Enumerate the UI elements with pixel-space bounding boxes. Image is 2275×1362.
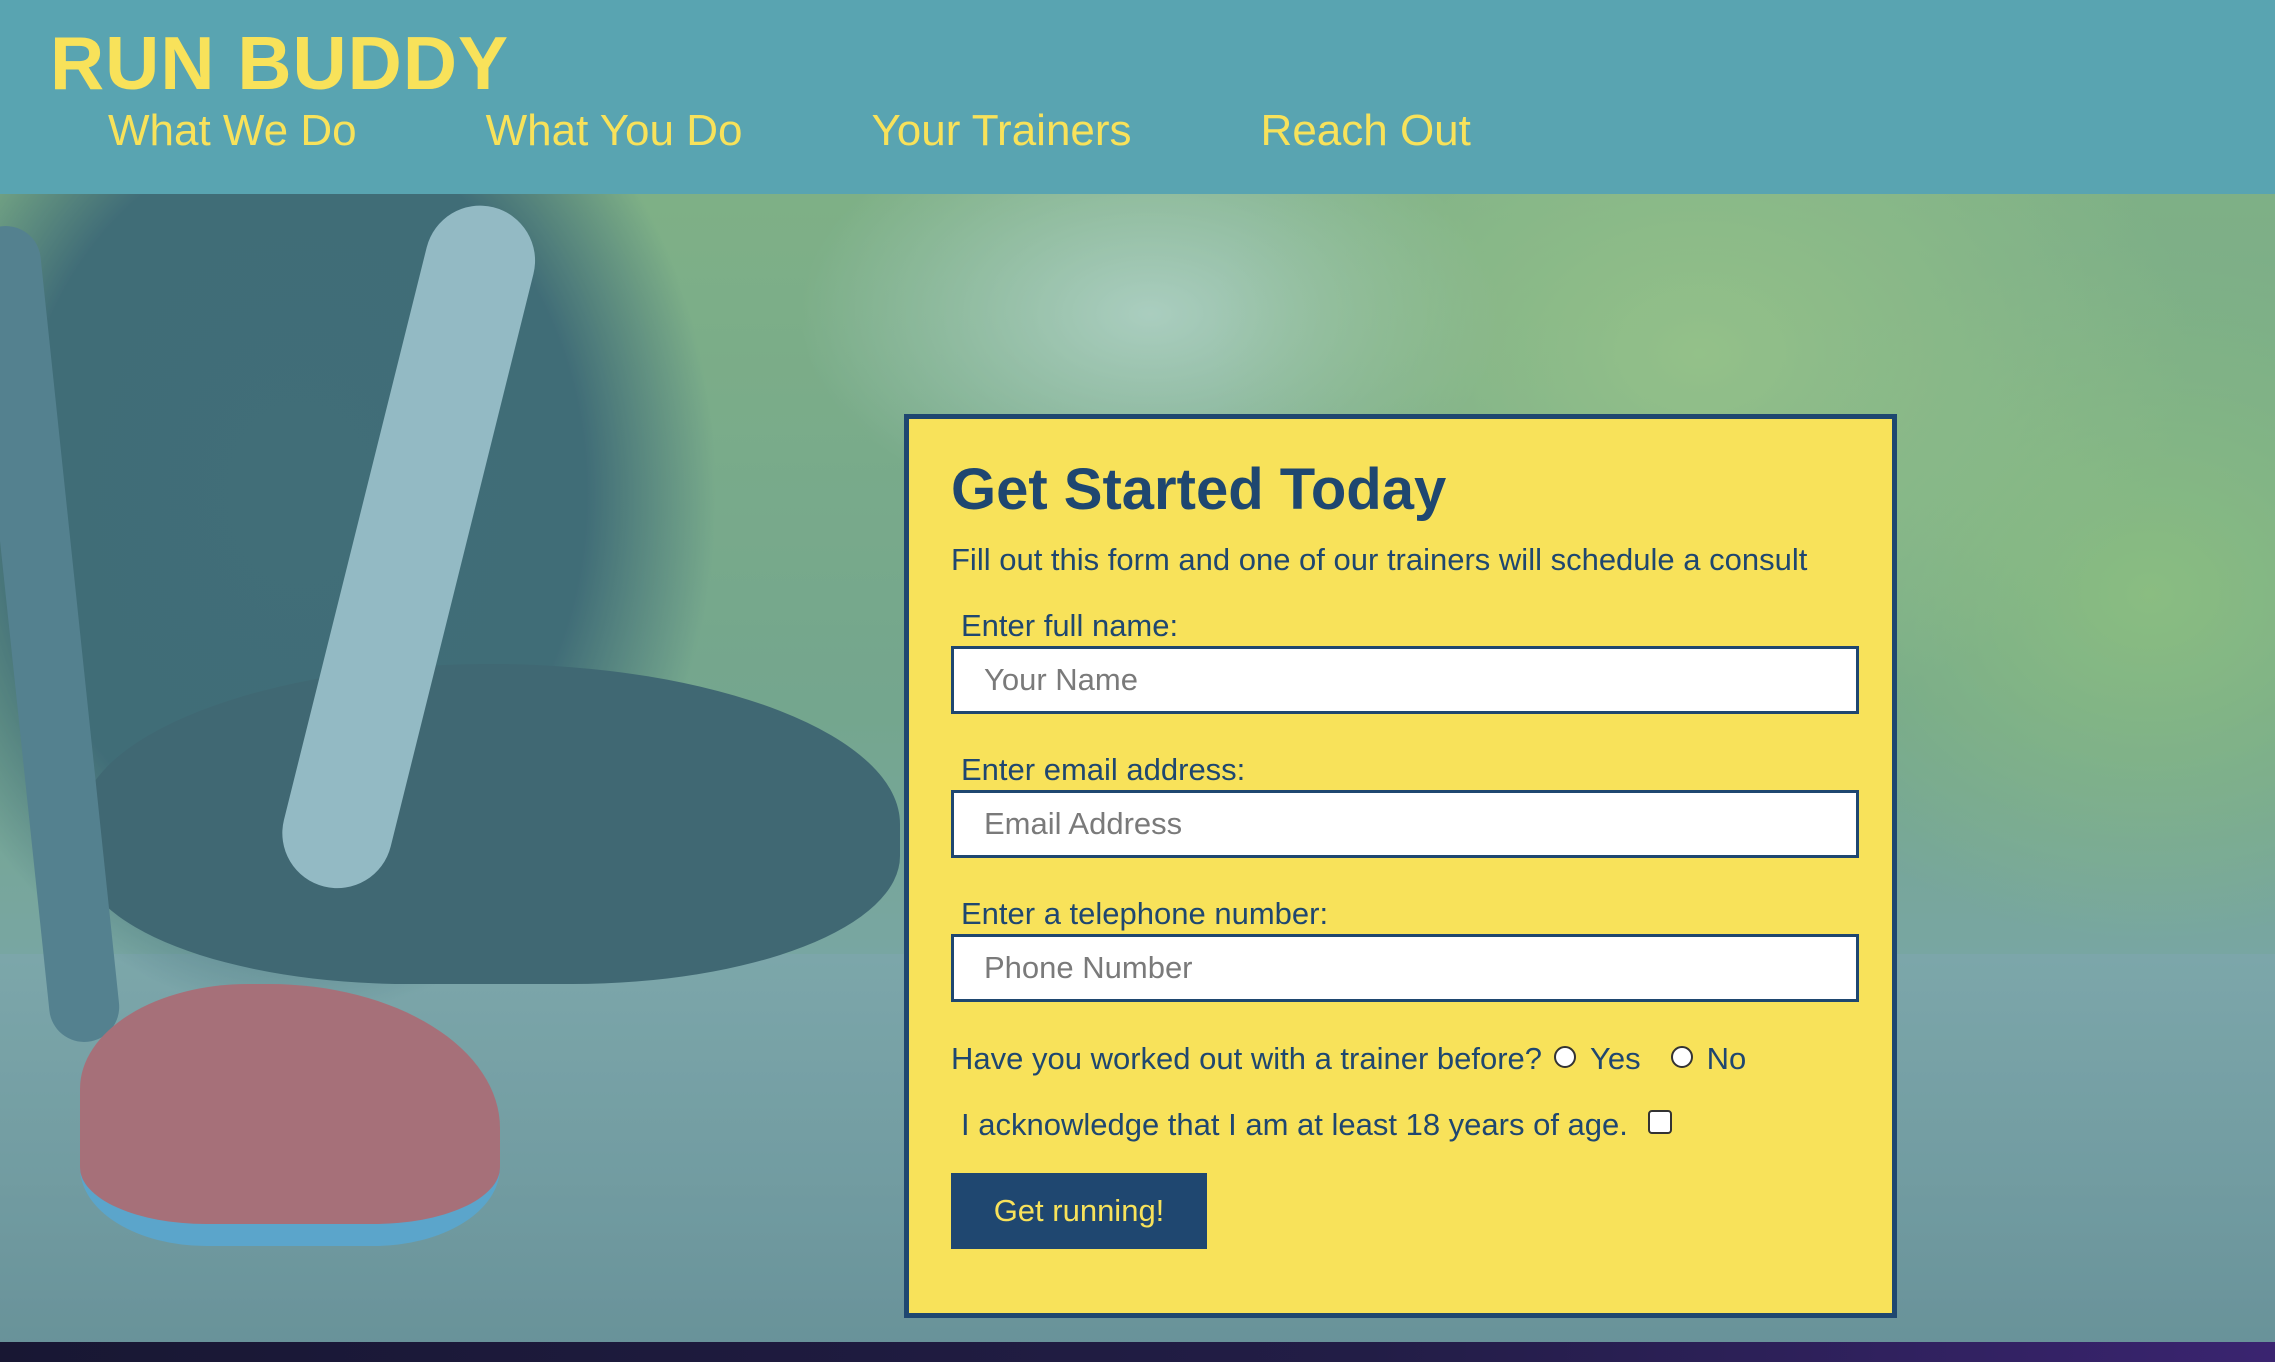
trainer-question-label: Have you worked out with a trainer befor… bbox=[951, 1041, 1543, 1076]
age-acknowledge-checkbox[interactable] bbox=[1647, 1110, 1672, 1134]
nav-link-what-we-do[interactable]: What We Do bbox=[108, 100, 357, 162]
trainer-yes-label[interactable]: Yes bbox=[1590, 1039, 1641, 1079]
page: RUN BUDDY What We Do What You Do Your Tr… bbox=[0, 0, 2275, 1362]
nav-link-your-trainers[interactable]: Your Trainers bbox=[871, 100, 1131, 162]
bottom-strip bbox=[0, 1342, 2275, 1362]
nav-link-what-you-do[interactable]: What You Do bbox=[486, 100, 743, 162]
nav-link-reach-out[interactable]: Reach Out bbox=[1261, 100, 1471, 162]
age-acknowledge-row: I acknowledge that I am at least 18 year… bbox=[961, 1105, 1672, 1145]
age-acknowledge-label: I acknowledge that I am at least 18 year… bbox=[961, 1107, 1628, 1142]
main-nav: What We Do What You Do Your Trainers Rea… bbox=[108, 100, 1600, 162]
name-label: Enter full name: bbox=[961, 608, 1179, 643]
signup-form-card: Get Started Today Fill out this form and… bbox=[904, 414, 1897, 1318]
name-input[interactable] bbox=[951, 646, 1859, 714]
trainer-no-radio[interactable] bbox=[1670, 1046, 1693, 1068]
site-header: RUN BUDDY What We Do What You Do Your Tr… bbox=[0, 0, 2275, 194]
phone-label: Enter a telephone number: bbox=[961, 896, 1329, 931]
email-label: Enter email address: bbox=[961, 752, 1246, 787]
form-title: Get Started Today bbox=[951, 457, 1447, 522]
phone-input[interactable] bbox=[951, 934, 1859, 1002]
trainer-no-label[interactable]: No bbox=[1707, 1039, 1747, 1079]
trainer-yes-radio[interactable] bbox=[1554, 1046, 1577, 1068]
email-input[interactable] bbox=[951, 790, 1859, 858]
trainer-question-row: Have you worked out with a trainer befor… bbox=[951, 1039, 1764, 1079]
get-running-button[interactable]: Get running! bbox=[951, 1173, 1207, 1249]
brand-logo[interactable]: RUN BUDDY bbox=[50, 18, 509, 108]
form-subtitle: Fill out this form and one of our traine… bbox=[951, 542, 1808, 577]
